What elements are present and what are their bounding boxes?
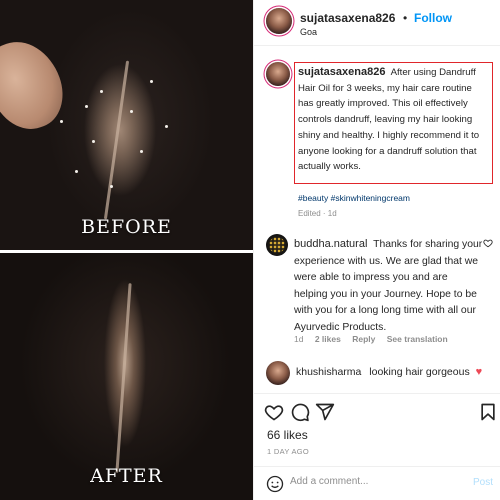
emoji-icon[interactable] <box>266 475 284 493</box>
separator-dot: • <box>403 11 408 25</box>
comment-username[interactable]: buddha.natural <box>294 238 367 250</box>
hand <box>0 30 74 140</box>
after-label: AFTER <box>90 465 163 487</box>
avatar[interactable] <box>266 361 290 385</box>
comment-meta: 1d 2 likes Reply See translation <box>294 334 457 344</box>
before-label: BEFORE <box>81 216 172 238</box>
comment-text: looking hair gorgeous <box>369 366 470 378</box>
comment-text: Thanks for sharing your experience with … <box>294 239 483 333</box>
share-icon[interactable] <box>315 402 335 422</box>
bookmark-icon[interactable] <box>478 402 498 422</box>
comment-likes[interactable]: 2 likes <box>315 334 341 344</box>
caption-text: After using Dandruff Hair Oil for 3 week… <box>298 67 480 173</box>
red-heart-emoji-icon: ♥ <box>475 366 483 378</box>
comment-body: buddha.natural Thanks for sharing your e… <box>294 236 484 337</box>
add-comment-row: Post <box>254 466 500 500</box>
avatar[interactable] <box>266 234 288 256</box>
like-comment-heart-icon[interactable] <box>483 238 493 248</box>
comment-username[interactable]: khushisharma <box>296 366 361 378</box>
follow-button[interactable]: Follow <box>414 11 452 25</box>
post-panel: sujatasaxena826 • Follow Goa sujatasaxen… <box>253 0 500 500</box>
post-header: sujatasaxena826 • Follow Goa <box>254 0 500 46</box>
action-bar: 66 likes 1 DAY AGO Post <box>254 393 500 500</box>
after-photo: AFTER <box>0 253 253 500</box>
before-after-image: BEFORE AFTER <box>0 0 253 500</box>
comment-age: 1d <box>294 334 304 344</box>
caption: sujatasaxena826 After using Dandruff Hai… <box>294 62 493 184</box>
avatar[interactable] <box>266 8 292 34</box>
caption-meta: Edited · 1d <box>298 209 337 218</box>
likes-count[interactable]: 66 likes <box>267 428 308 442</box>
reply-button[interactable]: Reply <box>352 334 375 344</box>
location[interactable]: Goa <box>300 27 317 37</box>
comment-icon[interactable] <box>290 402 310 422</box>
see-translation-button[interactable]: See translation <box>387 334 448 344</box>
post-button[interactable]: Post <box>473 477 493 488</box>
header-username[interactable]: sujatasaxena826 <box>300 11 395 25</box>
comment-body: khushisharma looking hair gorgeous ♥ <box>296 366 482 378</box>
heart-icon[interactable] <box>264 402 284 422</box>
before-photo: BEFORE <box>0 0 253 250</box>
caption-avatar[interactable] <box>266 62 290 86</box>
caption-username[interactable]: sujatasaxena826 <box>298 66 385 78</box>
post-date: 1 DAY AGO <box>267 447 310 456</box>
hashtags[interactable]: #beauty #skinwhiteningcream <box>298 193 410 203</box>
comment-input[interactable] <box>290 476 450 487</box>
